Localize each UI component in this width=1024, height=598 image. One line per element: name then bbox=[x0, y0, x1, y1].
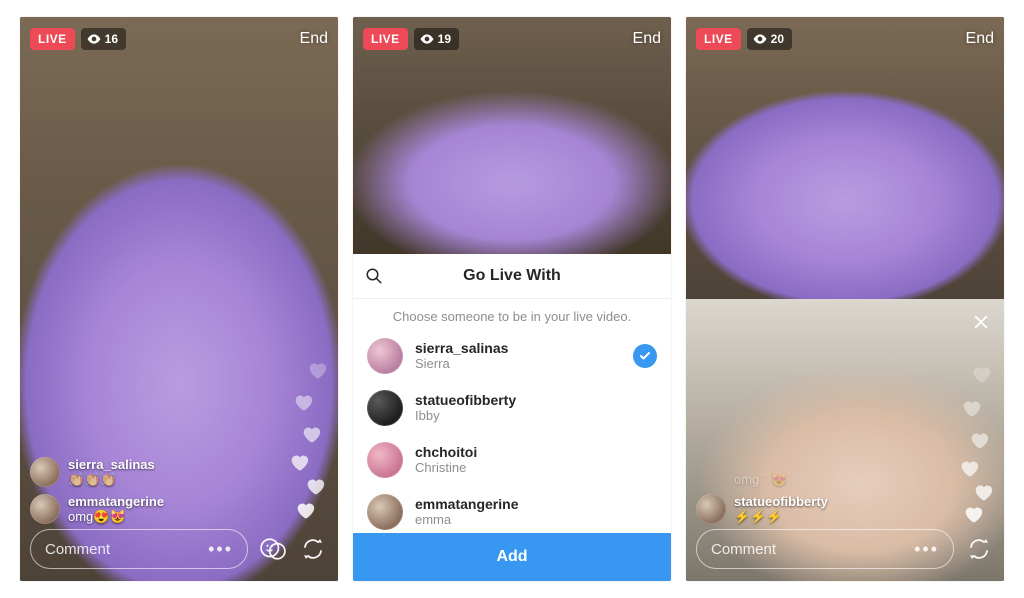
comment-username: emmatangerine bbox=[68, 494, 164, 509]
comments-overlay: sierra_salinas 👏🏼👏🏼👏🏼 emmatangerine omg😍… bbox=[30, 457, 237, 525]
avatar bbox=[30, 457, 60, 487]
live-top-bar: LIVE 20 End bbox=[686, 17, 1004, 61]
comment-username: sierra_salinas bbox=[68, 457, 155, 472]
live-bottom-bar: Comment ••• bbox=[686, 521, 1004, 581]
person-username: emmatangerine bbox=[415, 496, 518, 513]
eye-icon bbox=[753, 34, 767, 44]
live-badge: LIVE bbox=[363, 28, 408, 50]
switch-camera-icon bbox=[301, 537, 325, 561]
person-display-name: Christine bbox=[415, 460, 477, 476]
avatar bbox=[367, 442, 403, 478]
eye-icon bbox=[420, 34, 434, 44]
phone-screen-1: LIVE 16 End sierra_salinas 👏🏼👏🏼👏🏼 emmata… bbox=[20, 17, 338, 581]
switch-camera-button[interactable] bbox=[964, 534, 994, 564]
sheet-header: Go Live With bbox=[353, 254, 671, 299]
live-badge: LIVE bbox=[696, 28, 741, 50]
avatar bbox=[367, 338, 403, 374]
sheet-subtitle: Choose someone to be in your live video. bbox=[353, 299, 671, 330]
avatar bbox=[367, 494, 403, 530]
end-live-button[interactable]: End bbox=[966, 30, 994, 48]
live-badge: LIVE bbox=[30, 28, 75, 50]
sheet-title: Go Live With bbox=[463, 267, 561, 285]
person-display-name: Ibby bbox=[415, 408, 516, 424]
live-bottom-bar: Comment ••• bbox=[20, 521, 338, 581]
person-username: statueofibberty bbox=[415, 392, 516, 409]
comment-placeholder: Comment bbox=[45, 541, 110, 558]
face-filter-button[interactable] bbox=[258, 534, 288, 564]
selected-check[interactable] bbox=[633, 344, 657, 368]
viewer-count-pill[interactable]: 19 bbox=[414, 28, 459, 50]
sheet-search-button[interactable] bbox=[365, 267, 383, 285]
viewer-count: 20 bbox=[771, 32, 784, 46]
live-top-bar: LIVE 19 End bbox=[353, 17, 671, 61]
switch-camera-icon bbox=[967, 537, 991, 561]
sheet-person-row[interactable]: emmatangerine emma bbox=[353, 486, 671, 533]
remove-guest-button[interactable] bbox=[968, 309, 994, 335]
person-display-name: emma bbox=[415, 512, 518, 528]
phone-screen-2: LIVE 19 End Go Live With Choose someone … bbox=[353, 17, 671, 581]
face-filter-icon bbox=[260, 536, 286, 562]
avatar bbox=[367, 390, 403, 426]
eye-icon bbox=[87, 34, 101, 44]
comment-more-button[interactable]: ••• bbox=[914, 539, 939, 560]
comment-item[interactable]: sierra_salinas 👏🏼👏🏼👏🏼 bbox=[30, 457, 237, 488]
comment-body: omg♡😻 bbox=[696, 472, 787, 488]
search-icon bbox=[365, 267, 383, 285]
close-icon bbox=[972, 313, 990, 331]
comment-placeholder: Comment bbox=[711, 541, 776, 558]
add-guest-button[interactable]: Add bbox=[353, 533, 671, 581]
viewer-count-pill[interactable]: 16 bbox=[81, 28, 126, 50]
live-top-bar: LIVE 16 End bbox=[20, 17, 338, 61]
viewer-count: 19 bbox=[438, 32, 451, 46]
viewer-count: 16 bbox=[105, 32, 118, 46]
comment-more-button[interactable]: ••• bbox=[208, 539, 233, 560]
viewer-count-pill[interactable]: 20 bbox=[747, 28, 792, 50]
comments-overlay: omg♡😻 statueofibberty ⚡⚡⚡ bbox=[696, 472, 903, 525]
go-live-with-sheet: Go Live With Choose someone to be in you… bbox=[353, 254, 671, 581]
comment-input[interactable]: Comment ••• bbox=[30, 529, 248, 569]
person-username: sierra_salinas bbox=[415, 340, 508, 357]
sheet-people-list[interactable]: sierra_salinas Sierra statueofibberty Ib… bbox=[353, 330, 671, 533]
comment-item-faded: omg♡😻 bbox=[696, 472, 903, 488]
comment-body: 👏🏼👏🏼👏🏼 bbox=[68, 472, 117, 487]
phone-screen-3: LIVE 20 End omg♡😻 statueofibberty ⚡⚡⚡ bbox=[686, 17, 1004, 581]
switch-camera-button[interactable] bbox=[298, 534, 328, 564]
comment-username: statueofibberty bbox=[734, 494, 828, 509]
person-username: chchoitoi bbox=[415, 444, 477, 461]
sheet-person-row[interactable]: statueofibberty Ibby bbox=[353, 382, 671, 434]
sheet-person-row[interactable]: chchoitoi Christine bbox=[353, 434, 671, 486]
sheet-person-row[interactable]: sierra_salinas Sierra bbox=[353, 330, 671, 382]
check-icon bbox=[639, 350, 651, 362]
avatar bbox=[30, 494, 60, 524]
person-display-name: Sierra bbox=[415, 356, 508, 372]
three-phone-layout: LIVE 16 End sierra_salinas 👏🏼👏🏼👏🏼 emmata… bbox=[0, 0, 1024, 598]
end-live-button[interactable]: End bbox=[300, 30, 328, 48]
comment-input[interactable]: Comment ••• bbox=[696, 529, 954, 569]
end-live-button[interactable]: End bbox=[633, 30, 661, 48]
avatar bbox=[696, 494, 726, 524]
